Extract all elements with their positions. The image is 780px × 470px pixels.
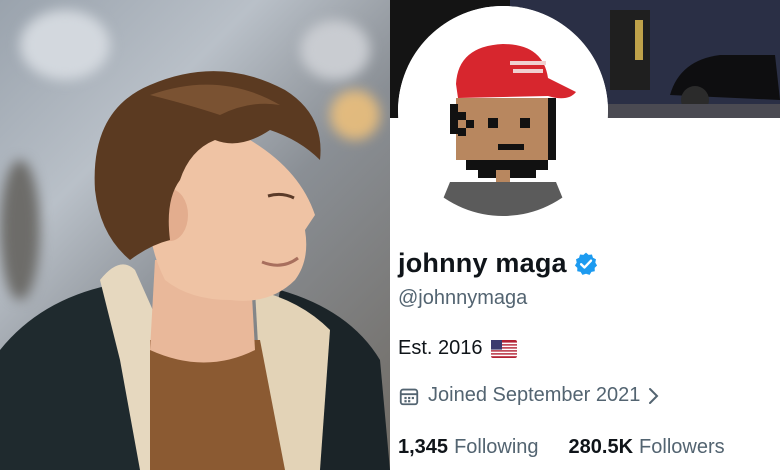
profile-photo bbox=[0, 0, 390, 470]
following-count: 1,345 bbox=[398, 436, 449, 458]
avatar[interactable] bbox=[398, 6, 608, 216]
pixel-avatar-image bbox=[398, 6, 608, 216]
followers-count: 280.5K bbox=[568, 436, 634, 458]
joined-date-link[interactable]: Joined September 2021 bbox=[398, 384, 660, 407]
followers-label: Followers bbox=[639, 436, 725, 458]
followers-link[interactable]: 280.5K Followers bbox=[569, 436, 725, 459]
bio-text: Est. 2016 bbox=[398, 337, 483, 359]
calendar-icon bbox=[398, 385, 420, 407]
man-portrait bbox=[0, 71, 390, 470]
joined-date: Joined September 2021 bbox=[428, 384, 641, 406]
user-handle: @johnnymaga bbox=[398, 287, 528, 309]
following-label: Following bbox=[454, 436, 539, 458]
profile-card: johnny maga @johnnymaga Est. 2016 Joined… bbox=[390, 0, 780, 470]
display-name-row: johnny maga bbox=[398, 248, 599, 279]
us-flag-icon bbox=[490, 339, 517, 358]
chevron-right-icon bbox=[648, 386, 660, 406]
verified-badge-icon[interactable] bbox=[573, 251, 599, 277]
bio: Est. 2016 bbox=[398, 337, 517, 360]
display-name: johnny maga bbox=[398, 248, 567, 278]
following-link[interactable]: 1,345 Following bbox=[398, 436, 539, 459]
follow-stats: 1,345 Following 280.5K Followers bbox=[398, 436, 755, 459]
